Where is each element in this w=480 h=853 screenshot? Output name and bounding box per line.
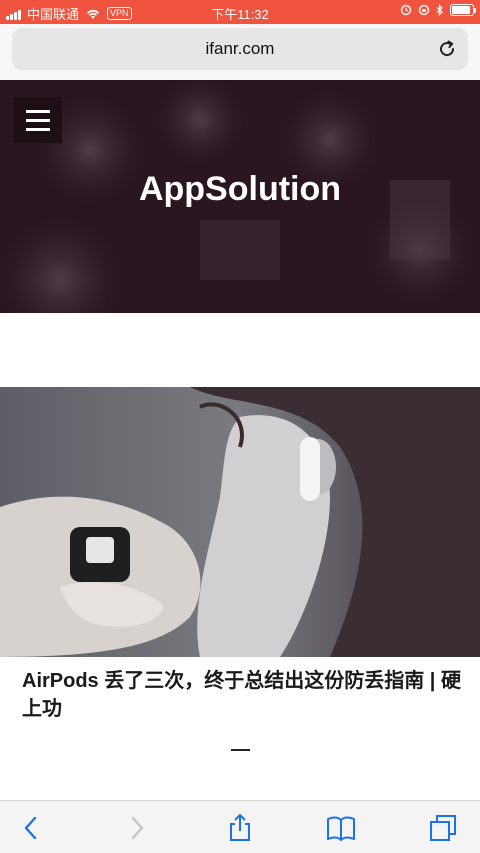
hamburger-icon-bar: [26, 118, 50, 122]
bluetooth-icon: [436, 4, 443, 16]
address-url[interactable]: ifanr.com: [12, 39, 468, 59]
battery-icon: [450, 4, 476, 16]
back-chevron-icon[interactable]: [16, 813, 46, 843]
article-divider: [231, 749, 250, 751]
address-bar[interactable]: ifanr.com: [12, 28, 468, 70]
status-right: [400, 4, 476, 16]
article-title[interactable]: AirPods 丢了三次，终于总结出这份防丢指南 | 硬上功: [22, 667, 462, 723]
hamburger-icon-bar: [26, 127, 50, 131]
hero-banner: AppSolution: [0, 80, 480, 313]
bookmarks-book-icon[interactable]: [326, 813, 356, 843]
forward-chevron-icon[interactable]: [122, 813, 152, 843]
status-bar: 中国联通 VPN 下午11:32: [0, 0, 480, 24]
menu-button[interactable]: [14, 97, 62, 143]
alarm-icon: [400, 4, 412, 16]
hero-title[interactable]: AppSolution: [0, 170, 480, 209]
browser-address-area: ifanr.com: [0, 24, 480, 80]
reload-icon[interactable]: [436, 38, 458, 60]
article-image[interactable]: [0, 387, 480, 657]
browser-toolbar: [0, 800, 480, 853]
article-photo: [0, 387, 480, 657]
hamburger-icon-bar: [26, 109, 50, 113]
rotation-lock-icon: [418, 4, 430, 16]
share-icon[interactable]: [225, 813, 255, 843]
battery-fill: [452, 6, 470, 14]
tabs-icon[interactable]: [428, 813, 458, 843]
